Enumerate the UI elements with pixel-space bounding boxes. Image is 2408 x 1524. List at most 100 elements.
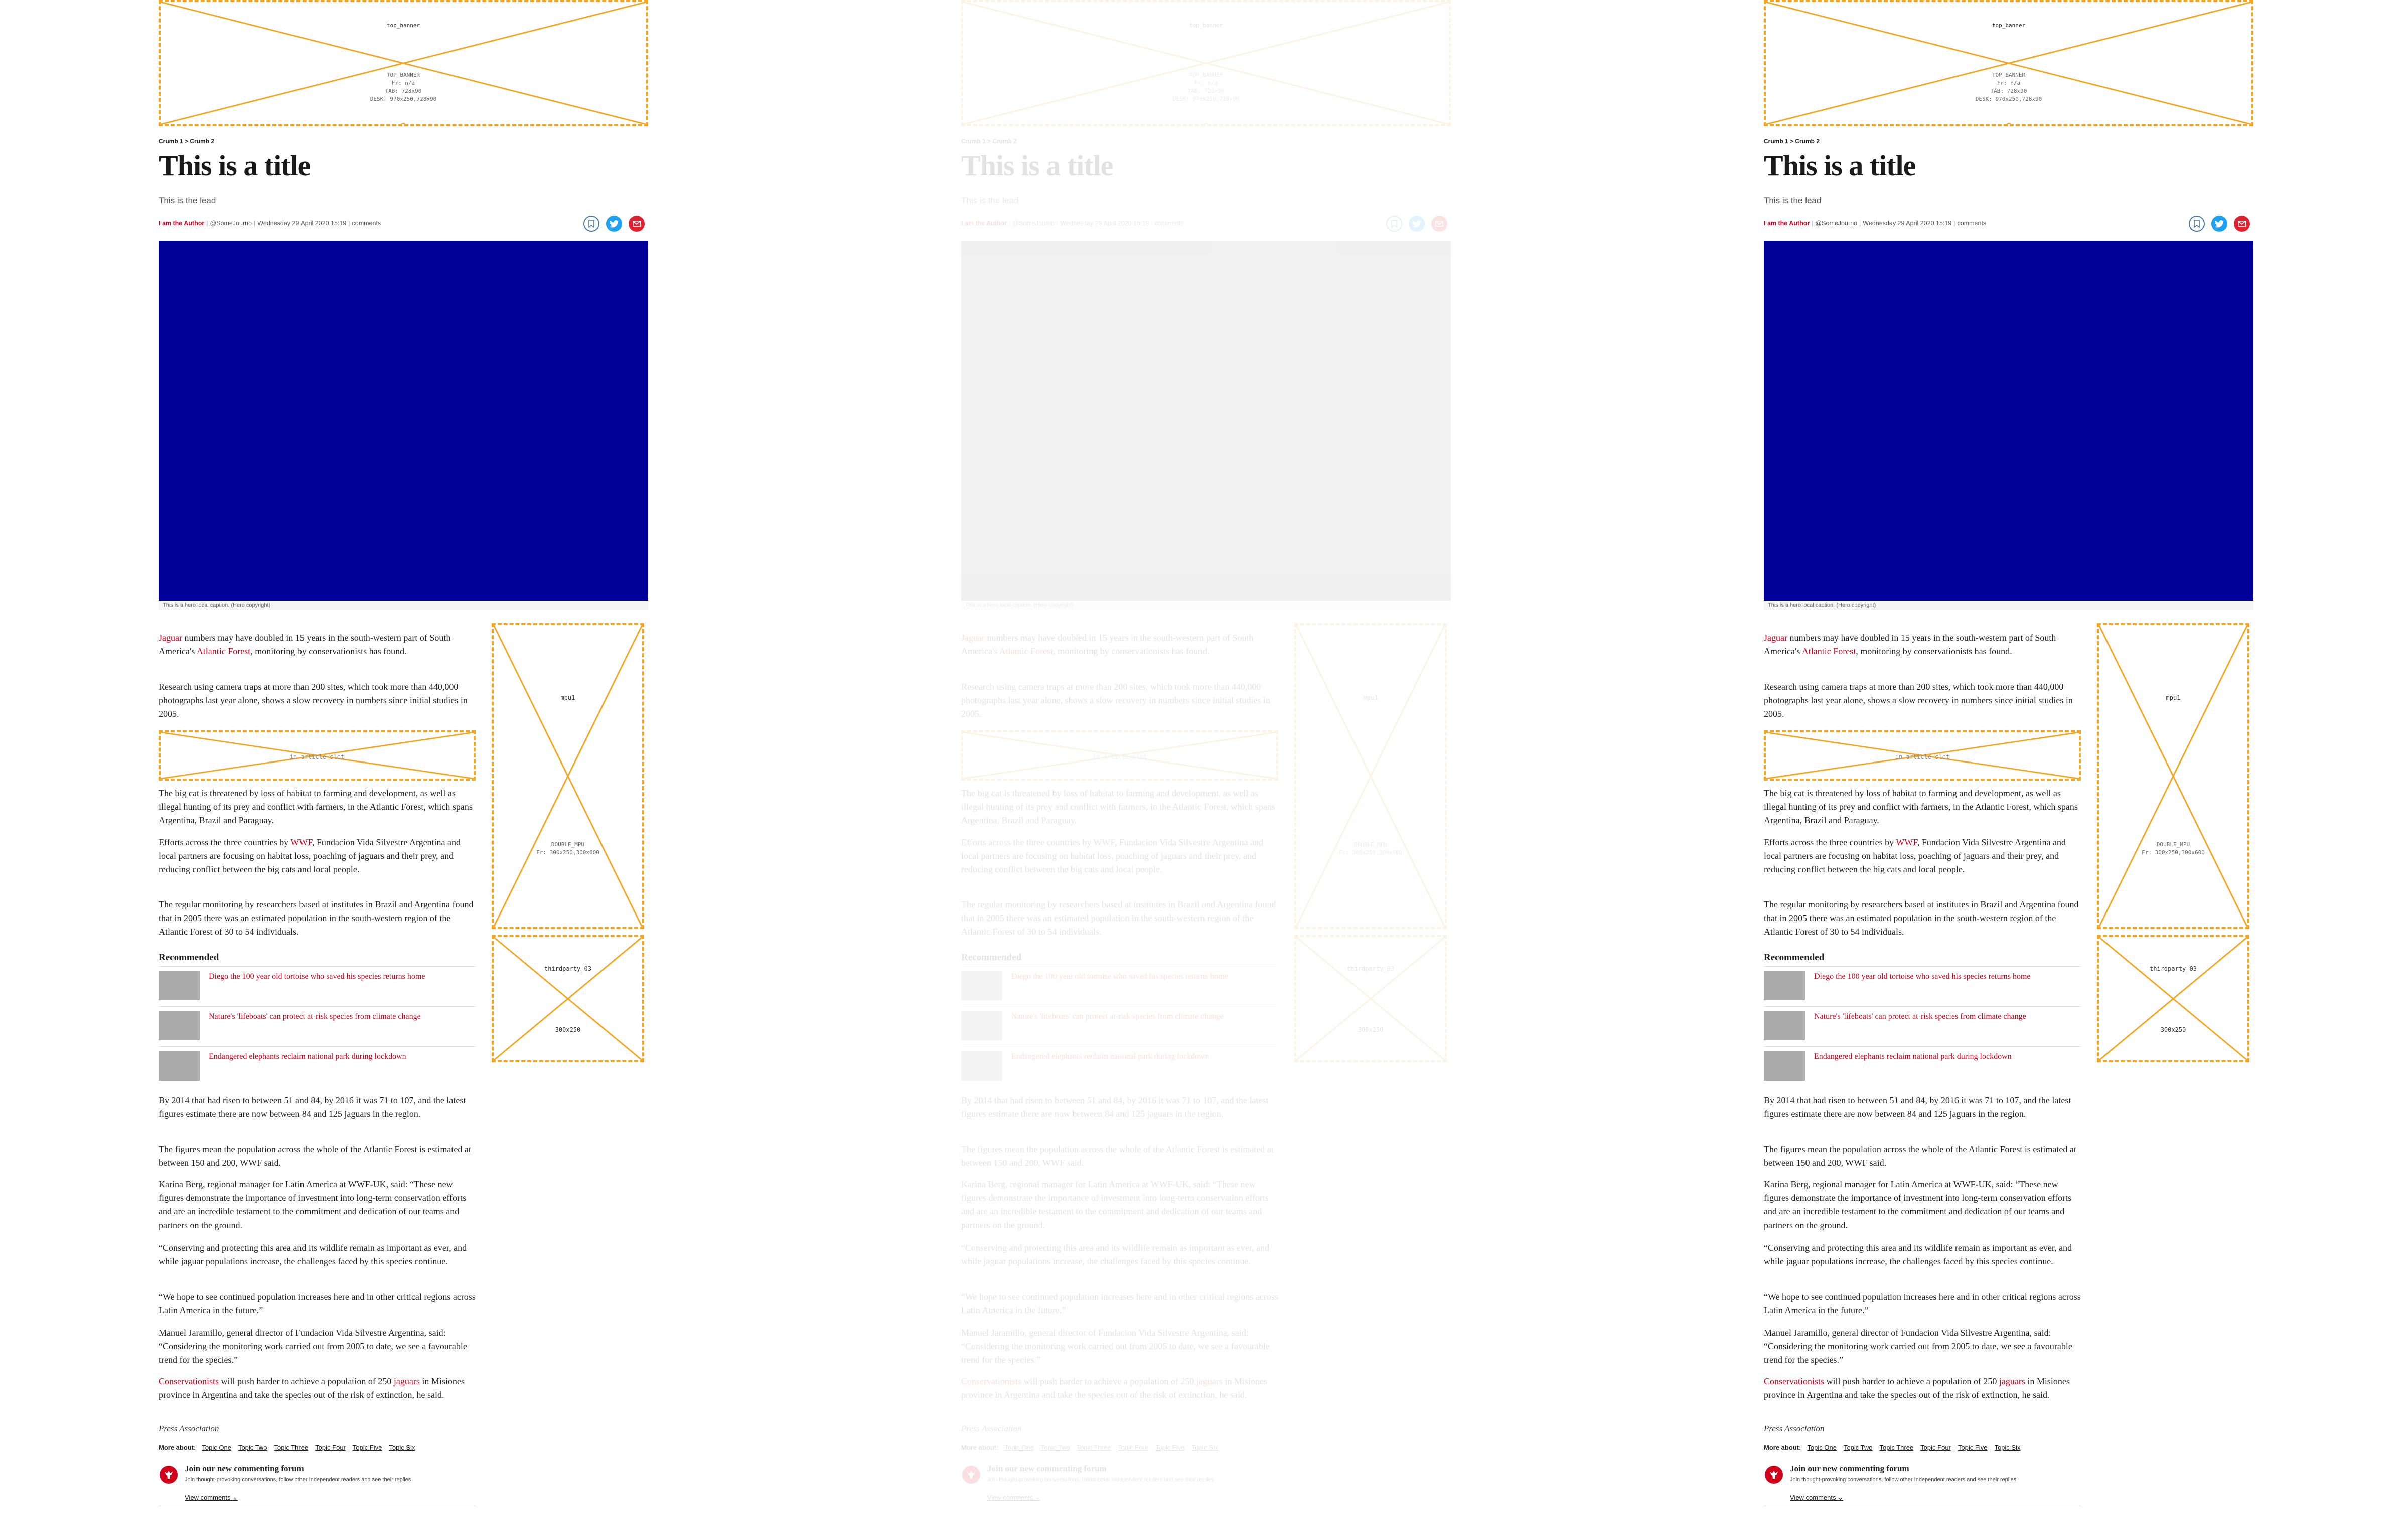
twitter-share-button[interactable] — [1409, 216, 1425, 232]
email-share-button[interactable] — [629, 216, 645, 232]
body-paragraph: The figures mean the population across t… — [961, 1144, 1274, 1168]
inline-link[interactable]: Jaguar — [159, 633, 182, 643]
inline-link[interactable]: Atlantic Forest — [197, 646, 250, 656]
breadcrumb[interactable]: Crumb 1 > Crumb 2 — [961, 138, 1017, 145]
view-comments-button[interactable]: View comments ⌄ — [1790, 1494, 1843, 1502]
recommended-item[interactable]: Diego the 100 year old tortoise who save… — [159, 971, 476, 1001]
topic-link[interactable]: Topic Five — [1958, 1444, 1988, 1451]
topic-link[interactable]: Topic Two — [1844, 1444, 1873, 1451]
recommended-thumbnail[interactable] — [961, 971, 1002, 1000]
topic-link[interactable]: Topic Six — [1191, 1444, 1218, 1451]
mpu-ad: mpu1 DOUBLE_MPU Fr: 300x250,300x600 — [2097, 623, 2249, 929]
topic-link[interactable]: Topic Three — [1880, 1444, 1914, 1451]
body-paragraph: By 2014 that had risen to between 51 and… — [961, 1095, 1269, 1119]
recommended-item[interactable]: Diego the 100 year old tortoise who save… — [961, 971, 1278, 1001]
view-comments-button[interactable]: View comments ⌄ — [987, 1494, 1040, 1502]
topic-link[interactable]: Topic Five — [353, 1444, 382, 1451]
topic-link[interactable]: Topic Four — [1920, 1444, 1951, 1451]
recommended-item[interactable]: Nature's 'lifeboats' can protect at-risk… — [961, 1011, 1278, 1041]
topic-link[interactable]: Topic Six — [389, 1444, 415, 1451]
topic-link[interactable]: Topic Three — [1077, 1444, 1111, 1451]
recommended-link[interactable]: Diego the 100 year old tortoise who save… — [1011, 972, 1228, 981]
divider — [1764, 1006, 2081, 1007]
inline-link[interactable]: Atlantic Forest — [1802, 646, 1856, 656]
in-article-ad-label: in_article_slot — [289, 753, 345, 760]
recommended-link[interactable]: Endangered elephants reclaim national pa… — [1814, 1052, 2012, 1061]
topic-link[interactable]: Topic One — [202, 1444, 231, 1451]
breadcrumb[interactable]: Crumb 1 > Crumb 2 — [159, 138, 214, 145]
recommended-item[interactable]: Endangered elephants reclaim national pa… — [1764, 1051, 2081, 1082]
inline-link[interactable]: Atlantic Forest — [999, 646, 1053, 656]
recommended-item[interactable]: Nature's 'lifeboats' can protect at-risk… — [1764, 1011, 2081, 1041]
publish-date: Wednesday 29 April 2020 15:19 — [1060, 220, 1149, 227]
recommended-link[interactable]: Endangered elephants reclaim national pa… — [1011, 1052, 1209, 1061]
thirdparty-ad-size: 300x250 — [1358, 1026, 1384, 1033]
recommended-thumbnail[interactable] — [961, 1051, 1002, 1081]
page-title: This is a title — [1764, 149, 1916, 182]
recommended-thumbnail[interactable] — [1764, 1011, 1805, 1040]
recommended-thumbnail[interactable] — [1764, 971, 1805, 1000]
email-share-button[interactable] — [2234, 216, 2250, 232]
inline-link[interactable]: WWF — [1093, 837, 1115, 847]
view-comments-button[interactable]: View comments ⌄ — [185, 1494, 238, 1502]
recommended-link[interactable]: Endangered elephants reclaim national pa… — [209, 1052, 406, 1061]
breadcrumb[interactable]: Crumb 1 > Crumb 2 — [1764, 138, 1820, 145]
inline-link[interactable]: Jaguar — [1764, 633, 1787, 643]
recommended-thumbnail[interactable] — [1764, 1051, 1805, 1081]
top-banner-ad: top_banner TOP_BANNER Fr: n/a TAB: 728x90 D… — [961, 0, 1451, 126]
topic-link[interactable]: Topic Four — [315, 1444, 346, 1451]
inline-link[interactable]: jaguars — [1999, 1376, 2025, 1386]
inline-link[interactable]: Conservationists — [1764, 1376, 1824, 1386]
mpu-ad: mpu1 DOUBLE_MPU Fr: 300x250,300x600 — [1294, 623, 1447, 929]
topic-link[interactable]: Topic One — [1807, 1444, 1837, 1451]
author-link[interactable]: I am the Author — [961, 220, 1007, 227]
recommended-thumbnail[interactable] — [159, 1051, 200, 1081]
inline-link[interactable]: WWF — [290, 837, 312, 847]
mpu-ad-label: mpu1 — [1363, 694, 1378, 701]
inline-link[interactable]: Jaguar — [961, 633, 985, 643]
body-paragraph: Manuel Jaramillo, general director of Fu… — [1764, 1328, 2072, 1365]
inline-link[interactable]: Conservationists — [159, 1376, 219, 1386]
in-article-ad: in_article_slot — [1764, 730, 2081, 781]
recommended-thumbnail[interactable] — [159, 971, 200, 1000]
recommended-link[interactable]: Nature's 'lifeboats' can protect at-risk… — [209, 1012, 421, 1021]
comments-link[interactable]: comments — [352, 220, 381, 227]
topic-link[interactable]: Topic Two — [238, 1444, 267, 1451]
inline-link[interactable]: WWF — [1896, 837, 1917, 847]
author-handle[interactable]: @SomeJourno — [1815, 220, 1857, 227]
author-link[interactable]: I am the Author — [159, 220, 204, 227]
topic-link[interactable]: Topic Five — [1155, 1444, 1185, 1451]
comments-link[interactable]: comments — [1155, 220, 1184, 227]
recommended-link[interactable]: Diego the 100 year old tortoise who save… — [209, 972, 425, 981]
twitter-share-button[interactable] — [606, 216, 622, 232]
comments-link[interactable]: comments — [1958, 220, 1987, 227]
topic-link[interactable]: Topic Six — [1994, 1444, 2020, 1451]
recommended-link[interactable]: Nature's 'lifeboats' can protect at-risk… — [1011, 1012, 1224, 1021]
author-link[interactable]: I am the Author — [1764, 220, 1810, 227]
topic-link[interactable]: Topic Three — [274, 1444, 309, 1451]
recommended-item[interactable]: Diego the 100 year old tortoise who save… — [1764, 971, 2081, 1001]
recommended-thumbnail[interactable] — [159, 1011, 200, 1040]
topic-link[interactable]: Topic Four — [1118, 1444, 1148, 1451]
bookmark-button[interactable] — [2189, 216, 2205, 232]
recommended-item[interactable]: Endangered elephants reclaim national pa… — [961, 1051, 1278, 1082]
topic-link[interactable]: Topic Two — [1041, 1444, 1070, 1451]
recommended-thumbnail[interactable] — [961, 1011, 1002, 1040]
recommended-link[interactable]: Diego the 100 year old tortoise who save… — [1814, 972, 2030, 981]
recommended-link[interactable]: Nature's 'lifeboats' can protect at-risk… — [1814, 1012, 2026, 1021]
body-paragraph: The regular monitoring by researchers ba… — [961, 899, 1276, 937]
ad-marker — [401, 123, 406, 124]
inline-link[interactable]: Conservationists — [961, 1376, 1021, 1386]
inline-link[interactable]: jaguars — [1196, 1376, 1223, 1386]
recommended-item[interactable]: Endangered elephants reclaim national pa… — [159, 1051, 476, 1082]
bookmark-button[interactable] — [1386, 216, 1402, 232]
bookmark-button[interactable] — [583, 216, 599, 232]
bookmark-icon — [588, 220, 594, 228]
twitter-share-button[interactable] — [2211, 216, 2227, 232]
author-handle[interactable]: @SomeJourno — [1012, 220, 1055, 227]
email-share-button[interactable] — [1431, 216, 1447, 232]
topic-link[interactable]: Topic One — [1004, 1444, 1034, 1451]
inline-link[interactable]: jaguars — [394, 1376, 420, 1386]
recommended-item[interactable]: Nature's 'lifeboats' can protect at-risk… — [159, 1011, 476, 1041]
author-handle[interactable]: @SomeJourno — [210, 220, 252, 227]
